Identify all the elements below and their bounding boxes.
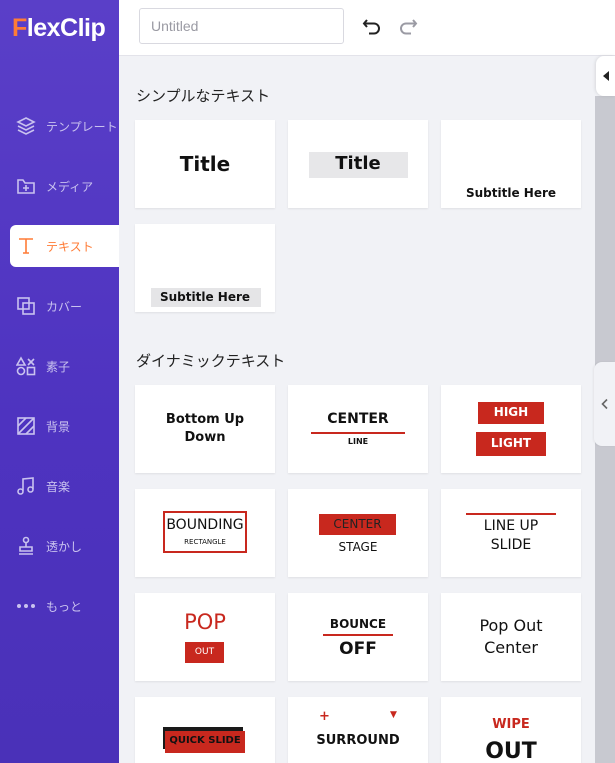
- card-label: STAGE: [338, 540, 378, 554]
- sidebar-item-cover[interactable]: カバー: [0, 276, 119, 336]
- undo-button[interactable]: [360, 14, 384, 38]
- layers-icon: [16, 116, 36, 136]
- elements-icon: [16, 356, 36, 376]
- card-divider: [323, 634, 393, 636]
- undo-icon: [362, 19, 380, 35]
- top-bar: [119, 0, 615, 56]
- text-card-quick-slide[interactable]: QUICK SLIDE: [135, 697, 275, 763]
- sidebar: FlexClip テンプレート メディア テキスト カバー 素子 背景 音楽 透…: [0, 0, 119, 763]
- card-label: POP: [184, 610, 226, 634]
- card-label: Bottom Up: [165, 412, 245, 427]
- card-label: OUT: [485, 739, 537, 763]
- text-card-bounding-rectangle[interactable]: BOUNDING RECTANGLE: [135, 489, 275, 577]
- sidebar-item-background[interactable]: 背景: [0, 396, 119, 456]
- card-label: Subtitle Here: [465, 186, 557, 200]
- sidebar-item-label: 素子: [46, 359, 71, 374]
- sidebar-item-label: メディア: [46, 179, 94, 194]
- sidebar-nav: テンプレート メディア テキスト カバー 素子 背景 音楽 透かし もっと: [0, 96, 119, 636]
- text-card-high-light[interactable]: HIGH LIGHT: [441, 385, 581, 473]
- card-label: Title: [179, 152, 231, 176]
- card-label: HIGH: [493, 405, 529, 419]
- card-label: SURROUND: [316, 733, 400, 748]
- text-card-pop-out[interactable]: POP OUT: [135, 593, 275, 681]
- card-label: Title: [335, 153, 381, 174]
- text-card-pop-out-center[interactable]: Pop Out Center: [441, 593, 581, 681]
- card-label: LIGHT: [490, 436, 532, 450]
- card-label: Center: [484, 638, 538, 657]
- text-card-line-up-slide[interactable]: LINE UP SLIDE: [441, 489, 581, 577]
- watermark-icon: [16, 536, 36, 556]
- card-label: OFF: [339, 639, 377, 659]
- sidebar-item-label: 音楽: [46, 479, 71, 494]
- triangle-left-icon: [602, 71, 609, 81]
- sidebar-item-label: 透かし: [46, 539, 83, 554]
- more-icon: [16, 596, 36, 616]
- logo-letter-f: F: [12, 13, 27, 42]
- folder-add-icon: [16, 176, 36, 196]
- sidebar-item-templates[interactable]: テンプレート: [0, 96, 119, 156]
- card-label: BOUNDING: [166, 517, 244, 533]
- triangle-down-icon: ▼: [390, 710, 397, 720]
- card-label: SLIDE: [490, 537, 532, 553]
- redo-icon: [400, 19, 418, 35]
- card-label: OUT: [194, 647, 215, 657]
- card-label: Subtitle Here: [159, 290, 251, 304]
- plus-icon: +: [319, 709, 330, 724]
- card-label: CENTER: [333, 517, 382, 531]
- sidebar-item-media[interactable]: メディア: [0, 156, 119, 216]
- text-card-bottom-up-down[interactable]: Bottom Up Down: [135, 385, 275, 473]
- cover-icon: [16, 296, 36, 316]
- collapse-panel-button[interactable]: [594, 362, 615, 446]
- text-card-surround[interactable]: + ▼ SURROUND: [288, 697, 428, 763]
- text-card-bounce-off[interactable]: BOUNCE OFF: [288, 593, 428, 681]
- card-label: Pop Out: [479, 616, 543, 635]
- sidebar-item-watermark[interactable]: 透かし: [0, 516, 119, 576]
- sidebar-item-label: テンプレート: [46, 119, 118, 134]
- text-card-center-line[interactable]: CENTER LINE: [288, 385, 428, 473]
- card-label: QUICK SLIDE: [169, 735, 241, 746]
- section-title-dynamic: ダイナミックテキスト: [136, 352, 286, 370]
- music-icon: [16, 476, 36, 496]
- sidebar-item-label: もっと: [46, 599, 83, 614]
- card-label: WIPE: [492, 717, 530, 732]
- text-panel: シンプルなテキスト Title Title Subtitle Here Subt…: [119, 56, 595, 763]
- text-icon: [16, 236, 36, 256]
- sidebar-item-label: カバー: [46, 299, 83, 314]
- sidebar-item-text[interactable]: テキスト: [10, 225, 119, 267]
- text-card-center-stage[interactable]: CENTER STAGE: [288, 489, 428, 577]
- text-card-subtitle[interactable]: Subtitle Here: [441, 120, 581, 208]
- text-card-subtitle-box[interactable]: Subtitle Here: [135, 224, 275, 312]
- flexclip-logo[interactable]: FlexClip: [12, 12, 106, 44]
- card-divider: [466, 513, 556, 515]
- project-title-input[interactable]: [139, 8, 344, 44]
- sidebar-item-more[interactable]: もっと: [0, 576, 119, 636]
- sidebar-item-elements[interactable]: 素子: [0, 336, 119, 396]
- card-label: Down: [184, 430, 226, 445]
- logo-text: lexClip: [26, 13, 106, 42]
- text-card-wipe-out[interactable]: WIPE OUT: [441, 697, 581, 763]
- chevron-left-icon: [600, 398, 608, 410]
- background-icon: [16, 416, 36, 436]
- text-card-title[interactable]: Title: [135, 120, 275, 208]
- card-label: RECTANGLE: [184, 538, 226, 546]
- sidebar-item-label: 背景: [46, 419, 71, 434]
- card-label: LINE UP: [483, 518, 539, 534]
- card-label: BOUNCE: [329, 617, 387, 631]
- card-label: LINE: [347, 437, 369, 446]
- app-window: FlexClip テンプレート メディア テキスト カバー 素子 背景 音楽 透…: [0, 0, 615, 763]
- sidebar-item-music[interactable]: 音楽: [0, 456, 119, 516]
- panel-toggle-button[interactable]: [596, 56, 615, 96]
- section-title-simple: シンプルなテキスト: [136, 87, 271, 105]
- redo-button[interactable]: [396, 14, 420, 38]
- text-card-title-box[interactable]: Title: [288, 120, 428, 208]
- sidebar-item-label: テキスト: [46, 239, 94, 254]
- card-divider: [311, 432, 405, 434]
- card-label: CENTER: [327, 411, 389, 427]
